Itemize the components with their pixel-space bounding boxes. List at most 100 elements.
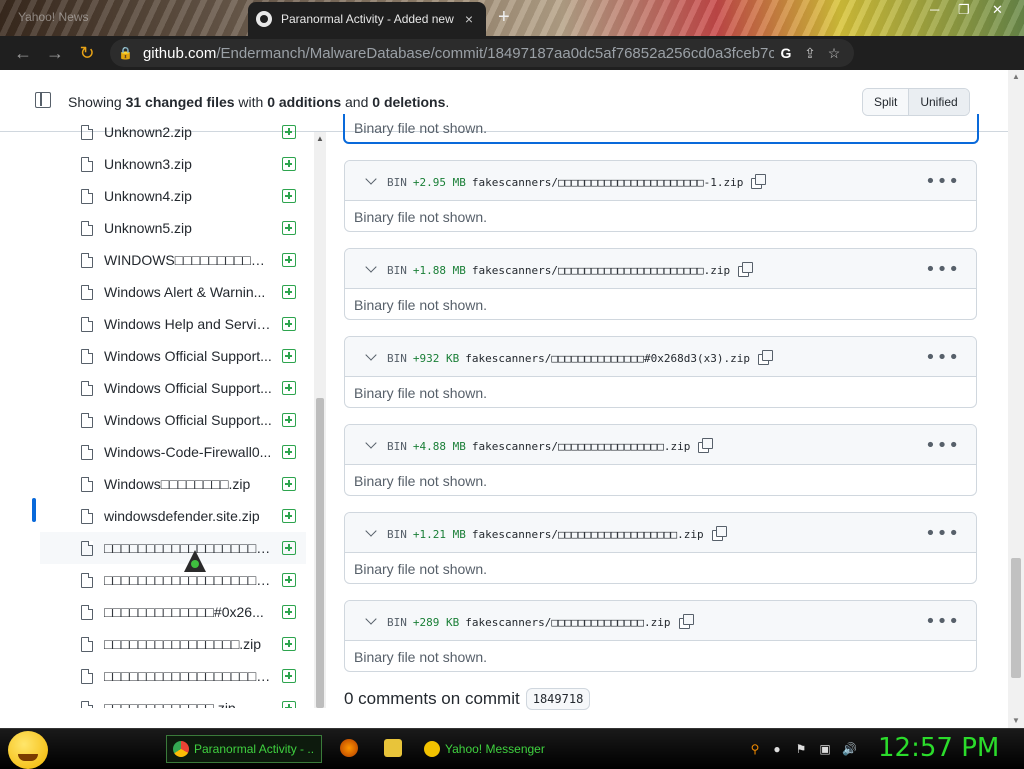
more-options-icon[interactable]: ••• — [925, 523, 960, 544]
file-tree-item-label: Unknown2.zip — [104, 124, 192, 140]
more-options-icon[interactable]: ••• — [925, 347, 960, 368]
file-tree-item[interactable]: Windows Help and Servic... — [40, 308, 306, 340]
file-tree-item[interactable]: Windows Official Support... — [40, 372, 306, 404]
more-options-icon[interactable]: ••• — [925, 171, 960, 192]
network-icon[interactable]: ▣ — [818, 742, 832, 756]
chevron-down-icon[interactable] — [365, 261, 377, 273]
chrome-icon — [173, 741, 189, 757]
toggle-file-tree-icon[interactable] — [35, 92, 51, 108]
tab-inactive[interactable]: Yahoo! News — [8, 4, 238, 34]
file-tree-item[interactable]: Windows Official Support... — [40, 404, 306, 436]
file-tree-item[interactable]: Windows-Code-Firewall0... — [40, 436, 306, 468]
file-icon — [81, 444, 93, 460]
file-diff-header: BIN +4.88 MB fakescanners/□□□□□□□□□□□□□□□□… — [345, 425, 976, 465]
bookmark-star-icon[interactable]: ☆ — [822, 45, 846, 62]
share-icon[interactable]: ⇪ — [798, 45, 822, 62]
file-icon — [81, 156, 93, 172]
file-diff-header: BIN +932 KB fakescanners/□□□□□□□□□□□□□□#0x… — [345, 337, 976, 377]
firefox-icon[interactable] — [340, 739, 358, 757]
tab-active[interactable]: Paranormal Activity - Added new × — [248, 2, 486, 36]
close-window-icon[interactable]: ✕ — [992, 2, 1003, 18]
flag-tray-icon[interactable]: ⚑ — [794, 742, 808, 756]
search-icon[interactable]: ⚲ — [748, 742, 762, 756]
file-icon — [81, 540, 93, 556]
split-view-button[interactable]: Split — [863, 89, 909, 115]
reload-icon[interactable]: ↻ — [72, 38, 102, 68]
previous-diff-tail: Binary file not shown. — [343, 114, 979, 144]
file-tree-scrollbar[interactable]: ▲ — [314, 132, 326, 708]
binary-label: BIN — [387, 616, 407, 629]
yahoo-messenger-icon — [424, 741, 440, 757]
file-tree-scroll-thumb[interactable] — [316, 398, 324, 708]
start-button-smiley-icon[interactable] — [8, 731, 48, 769]
file-tree-item-label: Windows Alert & Warnin... — [104, 284, 266, 300]
copy-path-icon[interactable] — [711, 526, 727, 541]
clock: 12:57 PM — [878, 733, 1000, 763]
more-options-icon[interactable]: ••• — [925, 611, 960, 632]
file-tree-item[interactable]: Windows Official Support... — [40, 340, 306, 372]
copy-path-icon[interactable] — [698, 438, 714, 453]
file-tree-item[interactable]: □□□□□□□□□□□□□□□□□□□... — [40, 660, 306, 692]
file-tree-item[interactable]: □□□□□□□□□□□□□.zip — [40, 692, 306, 708]
chevron-down-icon[interactable] — [365, 437, 377, 449]
more-options-icon[interactable]: ••• — [925, 435, 960, 456]
address-bar[interactable]: 🔒 github.com/Endermanch/MalwareDatabase/… — [110, 39, 854, 67]
file-tree-item[interactable]: □□□□□□□□□□□□□□□□.zip — [40, 628, 306, 660]
file-tree-item[interactable]: Unknown3.zip — [40, 148, 306, 180]
unified-view-button[interactable]: Unified — [908, 89, 969, 115]
volume-icon[interactable]: 🔊 — [842, 742, 857, 756]
binary-file-notice: Binary file not shown. — [354, 561, 488, 577]
copy-path-icon[interactable] — [678, 614, 694, 629]
file-tree-item[interactable]: □□□□□□□□□□□□□□□□□□□... — [40, 532, 306, 564]
new-tab-button[interactable]: + — [498, 6, 510, 29]
copy-path-icon[interactable] — [751, 174, 767, 189]
file-size-change: +932 KB — [412, 352, 460, 365]
file-path[interactable]: fakescanners/□□□□□□□□□□□□□□□□□□.zip — [472, 528, 704, 541]
page-scrollbar[interactable]: ▲ ▼ — [1008, 70, 1024, 728]
file-tree-item[interactable]: Windows□□□□□□□□.zip — [40, 468, 306, 500]
page-scroll-thumb[interactable] — [1011, 558, 1021, 678]
google-icon[interactable]: G — [774, 45, 798, 61]
back-icon[interactable]: ← — [8, 38, 38, 68]
file-path[interactable]: fakescanners/□□□□□□□□□□□□□□□□□□□□□□-1.zi… — [472, 176, 744, 189]
file-tree-item[interactable]: WINDOWS□□□□□□□□□□□... — [40, 244, 306, 276]
chevron-down-icon[interactable] — [365, 525, 377, 537]
task-yahoo-messenger[interactable]: Yahoo! Messenger — [418, 735, 574, 763]
forward-icon[interactable]: → — [40, 38, 70, 68]
maximize-icon[interactable]: ❐ — [958, 2, 970, 18]
binary-file-notice: Binary file not shown. — [354, 385, 488, 401]
file-tree-item[interactable]: Unknown2.zip — [40, 124, 306, 148]
chevron-down-icon[interactable] — [365, 349, 377, 361]
binary-label: BIN — [387, 176, 407, 189]
copy-path-icon[interactable] — [758, 350, 774, 365]
file-size-change: +1.88 MB — [412, 264, 466, 277]
file-tree-item[interactable]: Unknown4.zip — [40, 180, 306, 212]
file-path[interactable]: fakescanners/□□□□□□□□□□□□□□#0x268d3(x3).… — [465, 352, 750, 365]
more-options-icon[interactable]: ••• — [925, 259, 960, 280]
file-tree-item[interactable]: Windows Alert & Warnin... — [40, 276, 306, 308]
chevron-down-icon[interactable] — [365, 613, 377, 625]
chevron-down-icon[interactable] — [365, 173, 377, 185]
file-icon — [81, 380, 93, 396]
file-tree-item[interactable]: □□□□□□□□□□□□□#0x26... — [40, 596, 306, 628]
file-tree-item-label: Windows Official Support... — [104, 380, 272, 396]
commit-sha[interactable]: 1849718 — [525, 688, 591, 710]
file-tree-item[interactable]: windowsdefender.site.zip — [40, 500, 306, 532]
file-path[interactable]: fakescanners/□□□□□□□□□□□□□□.zip — [465, 616, 670, 629]
minimize-icon[interactable]: ─ — [930, 2, 939, 17]
tab-title: Paranormal Activity - Added new — [281, 12, 454, 26]
circle-tray-icon[interactable]: ● — [770, 742, 784, 756]
file-tree-item-label: Unknown5.zip — [104, 220, 192, 236]
copy-path-icon[interactable] — [738, 262, 754, 277]
binary-label: BIN — [387, 528, 407, 541]
file-icon — [81, 188, 93, 204]
file-tree-item[interactable]: Unknown5.zip — [40, 212, 306, 244]
folder-icon[interactable] — [384, 739, 402, 757]
github-icon — [256, 11, 272, 27]
file-path[interactable]: fakescanners/□□□□□□□□□□□□□□□□□□□□□□.zip — [472, 264, 730, 277]
close-tab-icon[interactable]: × — [460, 11, 478, 27]
file-icon — [81, 700, 93, 708]
task-chrome[interactable]: Paranormal Activity - ... — [166, 735, 322, 763]
file-tree-item[interactable]: □□□□□□□□□□□□□□□□□□□... — [40, 564, 306, 596]
file-path[interactable]: fakescanners/□□□□□□□□□□□□□□□□.zip — [472, 440, 691, 453]
